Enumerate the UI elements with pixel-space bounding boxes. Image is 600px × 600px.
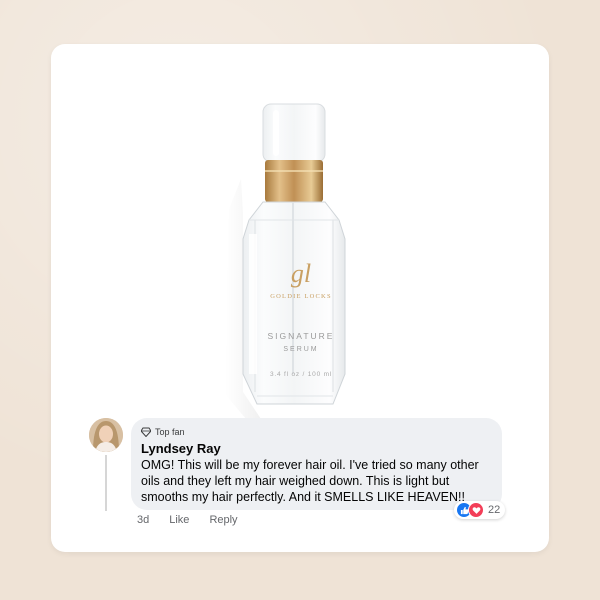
comment-bubble: Top fan Lyndsey Ray OMG! This will be my… — [131, 418, 502, 510]
thread-line — [105, 455, 107, 511]
reply-button[interactable]: Reply — [209, 514, 237, 526]
comment-actions: 3d Like Reply — [137, 514, 238, 526]
avatar[interactable] — [89, 418, 123, 452]
brand-monogram: gl — [291, 259, 311, 288]
comment-timestamp[interactable]: 3d — [137, 514, 149, 526]
like-button[interactable]: Like — [169, 514, 189, 526]
badge-label: Top fan — [155, 427, 185, 437]
diamond-icon — [141, 427, 151, 437]
reaction-count: 22 — [488, 504, 501, 516]
top-fan-badge: Top fan — [141, 426, 490, 438]
serum-bottle-image: gl GOLDIE LOCKS SIGNATURE SERUM 3.4 fl o… — [225, 103, 346, 419]
product-volume: 3.4 fl oz / 100 ml — [270, 371, 332, 378]
profile-photo — [89, 418, 123, 452]
love-icon — [468, 502, 484, 518]
product-name-line1: SIGNATURE — [268, 331, 335, 341]
comment-author[interactable]: Lyndsey Ray — [141, 441, 490, 456]
reaction-summary[interactable]: 22 — [454, 501, 506, 519]
product-name-line2: SERUM — [283, 346, 318, 353]
comment-text: OMG! This will be my forever hair oil. I… — [141, 458, 479, 504]
brand-name: GOLDIE LOCKS — [270, 293, 332, 300]
